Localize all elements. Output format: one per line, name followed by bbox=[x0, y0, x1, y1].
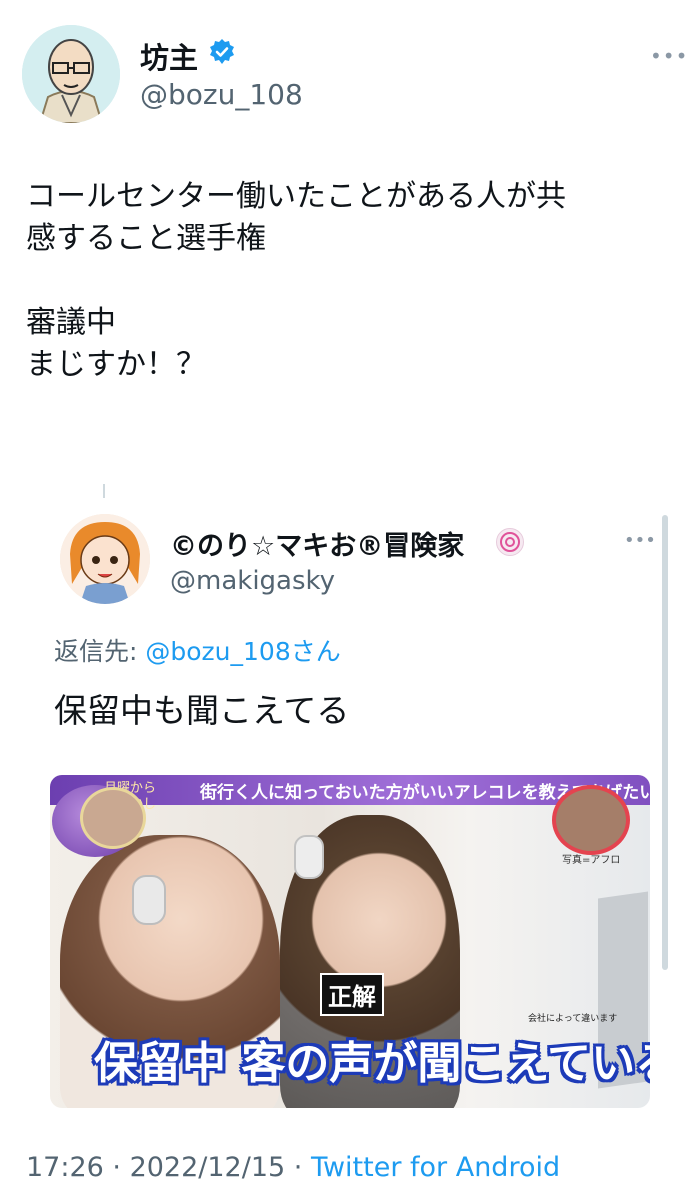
tweet-date: 2022/12/15 bbox=[129, 1152, 286, 1183]
reply-to-line: 返信先: @bozu_108さん bbox=[54, 632, 341, 668]
image-caption-b: 客の声が聞こえている bbox=[241, 1038, 650, 1089]
more-icon[interactable]: ••• bbox=[650, 44, 688, 68]
reply-author-handle[interactable]: @makigasky bbox=[170, 566, 335, 596]
correct-badge: 正解 bbox=[320, 973, 384, 1016]
guest-portrait bbox=[552, 785, 630, 855]
author-name[interactable]: 坊主 bbox=[140, 35, 198, 77]
reply-text: 保留中も聞こえてる bbox=[54, 691, 350, 730]
reply-to-link[interactable]: @bozu_108さん bbox=[145, 637, 340, 666]
separator: · bbox=[285, 1152, 311, 1183]
photo-credit: 写真=アフロ bbox=[562, 855, 621, 866]
host-portrait bbox=[80, 787, 146, 849]
reply-to-label: 返信先: bbox=[54, 637, 146, 666]
image-caption: 保留中 客の声が聞こえている bbox=[94, 1027, 650, 1091]
tweet-source-link[interactable]: Twitter for Android bbox=[311, 1152, 560, 1183]
emoji-badge-icon bbox=[496, 528, 524, 556]
scrollbar[interactable] bbox=[662, 515, 668, 970]
verified-badge-icon bbox=[208, 38, 236, 66]
thread-connector bbox=[103, 484, 105, 498]
tweet-text: コールセンター働いたことがある人が共 感すること選手権 審議中 まじすか！？ bbox=[26, 179, 566, 382]
separator: · bbox=[103, 1152, 130, 1183]
attached-image[interactable]: 街行く人に知っておいた方がいいアレコレを教えてあげたい件 月曜から 夜ふかし 写… bbox=[50, 775, 650, 1108]
headset-icon bbox=[132, 875, 166, 925]
image-note: 会社によって違います bbox=[528, 1014, 618, 1024]
tweet-time: 17:26 bbox=[26, 1152, 104, 1183]
image-caption-a: 保留中 bbox=[94, 1038, 226, 1089]
tweet-metadata: 17:26 · 2022/12/15 · Twitter for Android bbox=[26, 1152, 560, 1183]
headset-icon bbox=[294, 835, 324, 879]
reply-author-avatar[interactable] bbox=[60, 514, 150, 604]
more-icon[interactable]: ••• bbox=[624, 530, 656, 551]
author-avatar[interactable] bbox=[22, 25, 120, 123]
author-handle[interactable]: @bozu_108 bbox=[140, 78, 303, 111]
reply-author-name[interactable]: ©のり☆マキお®冒険家 bbox=[170, 524, 464, 563]
